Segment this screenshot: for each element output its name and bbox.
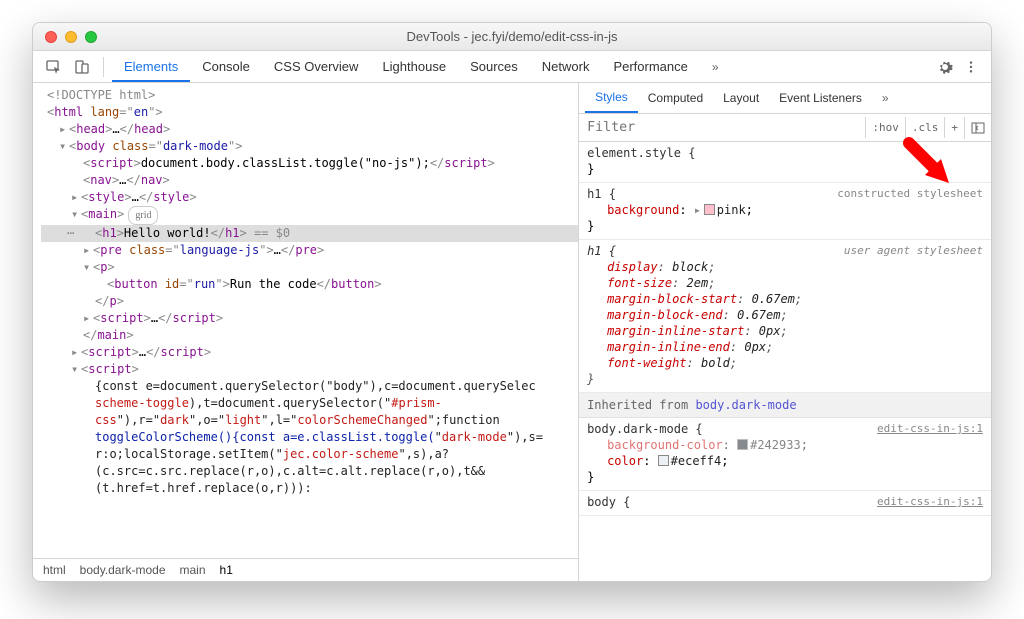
separator xyxy=(103,57,104,77)
main-toolbar: Elements Console CSS Overview Lighthouse… xyxy=(33,51,991,83)
tab-network[interactable]: Network xyxy=(530,51,602,82)
rule-body[interactable]: edit-css-in-js:1 body { xyxy=(579,491,991,516)
cls-toggle[interactable]: .cls xyxy=(905,117,945,138)
color-swatch-icon[interactable] xyxy=(704,204,715,215)
device-toggle-icon[interactable] xyxy=(69,55,95,79)
color-swatch-icon[interactable] xyxy=(737,439,748,450)
crumb-body[interactable]: body.dark-mode xyxy=(80,563,166,577)
source-label: constructed stylesheet xyxy=(837,186,983,202)
tab-elements[interactable]: Elements xyxy=(112,51,190,82)
tab-sources[interactable]: Sources xyxy=(458,51,530,82)
kebab-icon[interactable] xyxy=(959,55,983,79)
dom-pane: <!DOCTYPE html> <html lang="en"> ▸<head>… xyxy=(33,83,579,581)
tab-performance[interactable]: Performance xyxy=(601,51,699,82)
gear-icon[interactable] xyxy=(933,55,957,79)
selected-node[interactable]: <h1>Hello world!</h1> == $0 xyxy=(41,225,578,242)
rule-h1-ua[interactable]: user agent stylesheet h1 { display: bloc… xyxy=(579,240,991,393)
window-title: DevTools - jec.fyi/demo/edit-css-in-js xyxy=(33,29,991,44)
devtools-window: DevTools - jec.fyi/demo/edit-css-in-js E… xyxy=(32,22,992,582)
color-swatch-icon[interactable] xyxy=(658,455,669,466)
dom-tree[interactable]: <!DOCTYPE html> <html lang="en"> ▸<head>… xyxy=(33,83,578,558)
styles-pane: Styles Computed Layout Event Listeners »… xyxy=(579,83,991,581)
styles-tabs: Styles Computed Layout Event Listeners » xyxy=(579,83,991,114)
rule-element-style[interactable]: element.style { } xyxy=(579,142,991,183)
rule-h1-constructed[interactable]: constructed stylesheet h1 { background: … xyxy=(579,183,991,240)
source-link[interactable]: edit-css-in-js:1 xyxy=(877,421,983,437)
filter-input[interactable] xyxy=(579,116,865,139)
grid-badge[interactable]: grid xyxy=(128,206,158,225)
tab-styles[interactable]: Styles xyxy=(585,83,638,113)
filter-row: :hov .cls + xyxy=(579,114,991,142)
tab-console[interactable]: Console xyxy=(190,51,262,82)
computed-toggle-icon[interactable] xyxy=(964,117,991,139)
tab-layout[interactable]: Layout xyxy=(713,84,769,112)
tab-computed[interactable]: Computed xyxy=(638,84,713,112)
breadcrumb: html body.dark-mode main h1 xyxy=(33,558,578,581)
inspect-element-icon[interactable] xyxy=(41,55,67,79)
crumb-main[interactable]: main xyxy=(180,563,206,577)
ellipsis-icon[interactable]: ⋯ xyxy=(67,225,74,242)
inherited-header: Inherited from body.dark-mode xyxy=(579,393,991,418)
tabs-overflow-icon[interactable]: » xyxy=(708,56,723,78)
hov-toggle[interactable]: :hov xyxy=(865,117,905,138)
styles-tabs-overflow-icon[interactable]: » xyxy=(878,87,893,109)
tab-lighthouse[interactable]: Lighthouse xyxy=(370,51,458,82)
panel-tabs: Elements Console CSS Overview Lighthouse… xyxy=(112,51,700,82)
tab-css-overview[interactable]: CSS Overview xyxy=(262,51,371,82)
inherited-link[interactable]: body.dark-mode xyxy=(695,398,796,412)
crumb-html[interactable]: html xyxy=(43,563,66,577)
crumb-h1[interactable]: h1 xyxy=(220,563,233,577)
tab-event-listeners[interactable]: Event Listeners xyxy=(769,84,872,112)
source-label: user agent stylesheet xyxy=(844,243,983,259)
titlebar: DevTools - jec.fyi/demo/edit-css-in-js xyxy=(33,23,991,51)
doctype: <!DOCTYPE html> xyxy=(47,88,155,102)
rule-body-darkmode[interactable]: edit-css-in-js:1 body.dark-mode { backgr… xyxy=(579,418,991,491)
style-rules: element.style { } constructed stylesheet… xyxy=(579,142,991,581)
new-rule-button[interactable]: + xyxy=(944,117,964,138)
source-link[interactable]: edit-css-in-js:1 xyxy=(877,494,983,510)
main-panes: <!DOCTYPE html> <html lang="en"> ▸<head>… xyxy=(33,83,991,581)
